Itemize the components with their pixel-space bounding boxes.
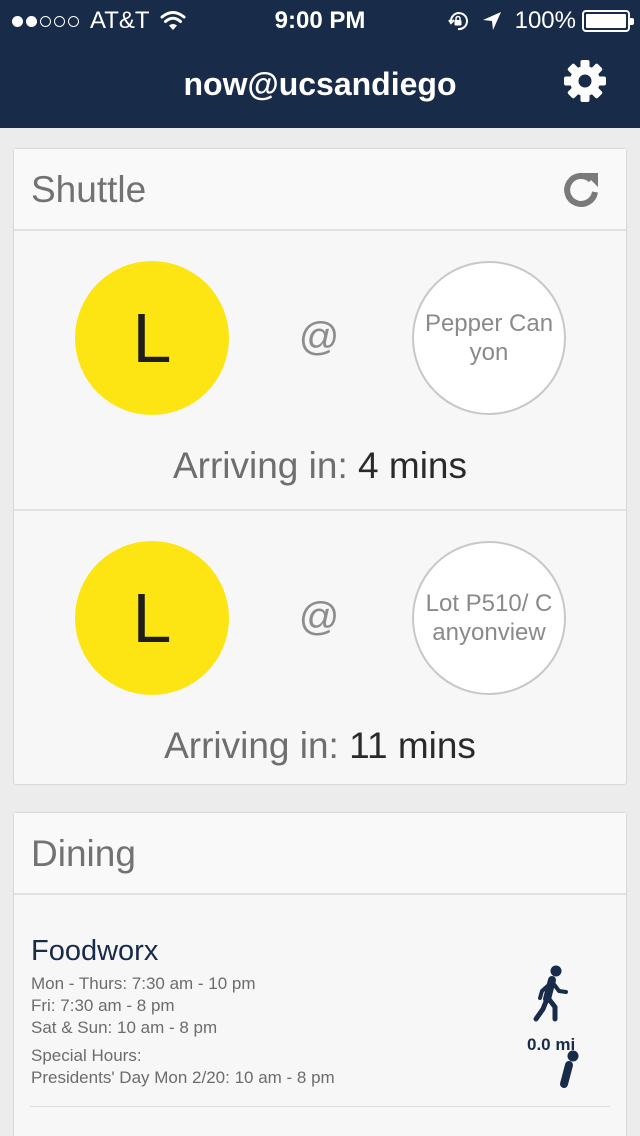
- stop-name: Pepper Canyon: [412, 261, 566, 415]
- battery-percent: 100%: [514, 7, 576, 34]
- battery-icon: [582, 10, 634, 32]
- special-hours-value: Presidents' Day Mon 2/20: 10 am - 8 pm: [31, 1068, 335, 1087]
- battery-fill: [586, 14, 626, 28]
- eta-value: 4 mins: [358, 445, 468, 486]
- refresh-icon[interactable]: [560, 169, 602, 211]
- arrival-time: Arriving in: 11 mins: [14, 725, 626, 767]
- special-hours: Special Hours: Presidents' Day Mon 2/20:…: [31, 1045, 335, 1089]
- shuttle-title: Shuttle: [31, 169, 147, 210]
- status-right: 100%: [447, 7, 634, 35]
- app-header: AT&T 9:00 PM 100% now@ucsandiego: [0, 0, 640, 128]
- app-title: now@ucsandiego: [183, 66, 457, 102]
- arriving-label: Arriving in:: [172, 445, 348, 486]
- special-hours-label: Special Hours:: [31, 1046, 142, 1065]
- shuttle-arrival[interactable]: L @ Pepper Canyon Arriving in: 4 mins: [14, 231, 626, 509]
- dining-name[interactable]: Foodworx: [31, 935, 158, 968]
- status-bar: AT&T 9:00 PM 100%: [0, 0, 640, 40]
- rotation-lock-icon: [447, 12, 468, 31]
- walking-person-icon[interactable]: [547, 1050, 591, 1108]
- shuttle-arrival[interactable]: L @ Lot P510/ Canyonview Arriving in: 11…: [14, 509, 626, 787]
- route-badge: L: [75, 261, 229, 415]
- at-symbol: @: [298, 595, 340, 639]
- route-badge: L: [75, 541, 229, 695]
- dining-hours: Mon - Thurs: 7:30 am - 10 pm Fri: 7:30 a…: [31, 973, 256, 1039]
- dining-card-header: Dining: [14, 813, 626, 895]
- hours-line: Mon - Thurs: 7:30 am - 10 pm: [31, 974, 256, 993]
- stop-name: Lot P510/ Canyonview: [412, 541, 566, 695]
- hours-line: Sat & Sun: 10 am - 8 pm: [31, 1018, 218, 1037]
- shuttle-card-header: Shuttle: [14, 149, 626, 231]
- dining-title: Dining: [31, 833, 136, 874]
- walking-person-icon[interactable]: [530, 965, 574, 1023]
- arriving-label: Arriving in:: [164, 725, 339, 766]
- shuttle-card: Shuttle L @ Pepper Canyon Arriving in: 4…: [13, 148, 627, 785]
- hours-line: Fri: 7:30 am - 8 pm: [31, 996, 175, 1015]
- arrival-time: Arriving in: 4 mins: [14, 445, 626, 487]
- gear-icon[interactable]: [562, 58, 608, 104]
- eta-value: 11 mins: [349, 725, 476, 766]
- location-arrow-icon: [482, 12, 501, 30]
- dining-list-item[interactable]: Foodworx Mon - Thurs: 7:30 am - 10 pm Fr…: [30, 895, 610, 1107]
- at-symbol: @: [298, 315, 340, 359]
- dining-card: Dining Foodworx Mon - Thurs: 7:30 am - 1…: [13, 812, 627, 1136]
- battery-nub: [630, 18, 634, 25]
